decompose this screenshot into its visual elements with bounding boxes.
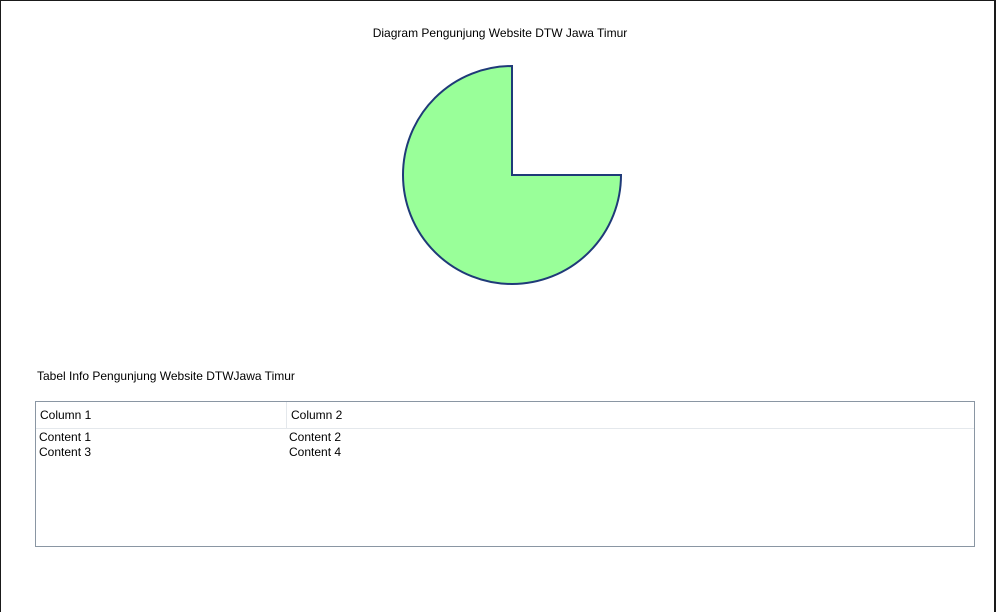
info-table[interactable]: Column 1 Column 2 Content 1 Content 2 Co… bbox=[35, 401, 975, 547]
table-row[interactable]: Content 1 Content 2 bbox=[36, 430, 974, 445]
pie-slices bbox=[402, 64, 623, 285]
table-cell: Content 3 bbox=[39, 445, 92, 459]
pie-slice bbox=[402, 64, 623, 285]
chart-title: Diagram Pengunjung Website DTW Jawa Timu… bbox=[372, 26, 628, 40]
table-cell: Content 2 bbox=[289, 430, 342, 444]
column-header-1[interactable]: Column 1 bbox=[36, 402, 286, 428]
table-body: Content 1 Content 2 Content 3 Content 4 bbox=[36, 430, 974, 460]
table-cell: Content 4 bbox=[289, 445, 342, 459]
pie-chart bbox=[402, 64, 623, 285]
table-header: Column 1 Column 2 bbox=[36, 402, 974, 429]
application-window: Diagram Pengunjung Website DTW Jawa Timu… bbox=[0, 0, 996, 612]
table-cell: Content 1 bbox=[39, 430, 92, 444]
table-row[interactable]: Content 3 Content 4 bbox=[36, 445, 974, 460]
column-header-2[interactable]: Column 2 bbox=[286, 402, 974, 428]
table-title: Tabel Info Pengunjung Website DTWJawa Ti… bbox=[37, 369, 295, 383]
